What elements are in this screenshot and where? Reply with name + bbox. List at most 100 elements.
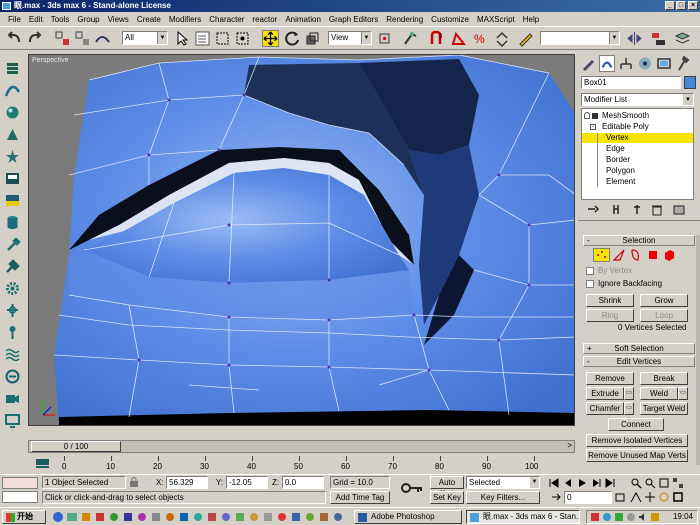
menu-graph-editors[interactable]: Graph Editors (325, 15, 382, 24)
light-icon[interactable] (4, 236, 21, 253)
close-button[interactable]: × (688, 1, 698, 10)
key-mode-dropdown[interactable]: Selected ▼ (466, 476, 540, 489)
previous-frame-icon[interactable] (562, 477, 574, 489)
loop-button[interactable]: Loop (640, 309, 688, 322)
perspective-viewport[interactable]: Perspective (28, 54, 575, 426)
window-crossing-icon[interactable] (234, 30, 251, 47)
vertex-mode-icon[interactable] (593, 248, 610, 262)
chamfer-button[interactable]: Chamfer (586, 402, 624, 415)
quicklaunch-app-icon[interactable] (332, 511, 344, 523)
current-frame-field[interactable]: 0 (564, 491, 612, 504)
expand-icon[interactable] (592, 113, 598, 119)
modify-tab-icon[interactable] (599, 55, 615, 72)
align-icon[interactable] (650, 30, 667, 47)
chamfer-settings-button[interactable]: ▭ (624, 402, 634, 415)
border-mode-icon[interactable] (628, 248, 642, 262)
track-bar[interactable]: 0 10 20 30 40 50 60 70 80 90 100 (0, 454, 575, 474)
configure-modifier-sets-icon[interactable] (672, 203, 686, 216)
taskbar-item-photoshop[interactable]: Adobe Photoshop (354, 510, 462, 524)
hierarchy-tab-icon[interactable] (618, 55, 634, 72)
menu-tools[interactable]: Tools (47, 15, 74, 24)
auto-key-button[interactable]: Auto Key (430, 476, 464, 498)
maximize-viewport-icon[interactable] (672, 491, 684, 503)
quicklaunch-app-icon[interactable] (290, 511, 302, 523)
modifier-list-dropdown[interactable]: Modifier List ▼ (581, 93, 694, 106)
unlink-selection-icon[interactable] (74, 30, 91, 47)
selection-filter-dropdown[interactable]: All ▼ (122, 31, 168, 45)
break-button[interactable]: Break (640, 372, 688, 385)
pin-icon[interactable] (4, 324, 21, 341)
remove-unused-map-verts-button[interactable]: Remove Unused Map Verts (586, 449, 688, 462)
bind-to-space-warp-icon[interactable] (94, 30, 111, 47)
cylinder-icon[interactable] (4, 214, 21, 231)
object-name-field[interactable]: Box01 (581, 76, 681, 89)
stack-item-editable-poly[interactable]: - Editable Poly (582, 122, 693, 132)
connect-button[interactable]: Connect (608, 418, 664, 431)
taskbar-item-3dsmax[interactable]: 眼.max - 3ds max 6 - Stan... (466, 510, 580, 524)
create-tab-icon[interactable] (580, 55, 596, 72)
quicklaunch-app-icon[interactable] (318, 511, 330, 523)
menu-create[interactable]: Create (133, 15, 165, 24)
quicklaunch-app-icon[interactable] (220, 511, 232, 523)
grow-button[interactable]: Grow (640, 294, 688, 307)
x-coordinate-field[interactable]: 56.329 (166, 476, 208, 489)
remove-modifier-icon[interactable] (650, 203, 664, 216)
next-frame-icon[interactable] (590, 477, 602, 489)
go-to-start-icon[interactable] (548, 477, 560, 489)
zoom-icon[interactable] (630, 477, 642, 489)
time-slider[interactable]: 0 / 100 > (28, 440, 575, 453)
minimize-button[interactable]: _ (665, 1, 675, 10)
tray-icon[interactable] (626, 512, 636, 522)
quicklaunch-app-icon[interactable] (94, 511, 106, 523)
maxscript-listener-input[interactable] (2, 491, 38, 503)
select-by-name-icon[interactable] (194, 30, 211, 47)
camera-icon[interactable] (4, 390, 21, 407)
collapse-icon[interactable]: - (590, 124, 596, 130)
extrude-button[interactable]: Extrude (586, 387, 624, 400)
menu-character[interactable]: Character (205, 15, 248, 24)
pivot-center-icon[interactable] (376, 30, 393, 47)
render-type-icon[interactable] (4, 170, 21, 187)
quicklaunch-app-icon[interactable] (150, 511, 162, 523)
maxscript-listener-mini[interactable] (2, 477, 38, 489)
redo-icon[interactable] (26, 30, 43, 47)
stack-item-element[interactable]: Element (582, 177, 693, 187)
volume-icon[interactable] (638, 512, 648, 522)
time-configuration-icon[interactable] (614, 491, 626, 503)
quicklaunch-app-icon[interactable] (234, 511, 246, 523)
go-to-end-icon[interactable] (604, 477, 616, 489)
select-and-move-icon[interactable] (262, 30, 279, 47)
reference-coordinate-dropdown[interactable]: View ▼ (328, 31, 372, 45)
target-weld-button[interactable]: Target Weld (640, 402, 688, 415)
menu-group[interactable]: Group (73, 15, 103, 24)
select-object-icon[interactable] (174, 30, 191, 47)
quicklaunch-app-icon[interactable] (206, 511, 218, 523)
add-time-tag-button[interactable]: Add Time Tag (330, 491, 390, 504)
stack-item-vertex[interactable]: Vertex (582, 133, 693, 143)
chevron-right-icon[interactable]: > (567, 441, 572, 450)
time-slider-thumb[interactable]: 0 / 100 (31, 441, 121, 452)
layer-manager-icon[interactable] (674, 30, 691, 47)
make-unique-icon[interactable] (630, 203, 644, 216)
reactor-icon[interactable] (4, 368, 21, 385)
menu-file[interactable]: File (4, 15, 25, 24)
quicklaunch-ie-icon[interactable] (52, 511, 64, 523)
quicklaunch-app-icon[interactable] (192, 511, 204, 523)
modify-tool-icon[interactable] (4, 258, 21, 275)
polygon-mode-icon[interactable] (646, 248, 660, 262)
tray-icon[interactable] (590, 512, 600, 522)
remove-button[interactable]: Remove (586, 372, 634, 385)
zoom-extents-icon[interactable] (658, 477, 670, 489)
menu-edit[interactable]: Edit (25, 15, 47, 24)
quicklaunch-app-icon[interactable] (108, 511, 120, 523)
start-button[interactable]: 开始 (2, 510, 46, 524)
quicklaunch-app-icon[interactable] (164, 511, 176, 523)
menu-help[interactable]: Help (519, 15, 543, 24)
soft-selection-rollout-header[interactable]: + Soft Selection (583, 343, 695, 354)
material-editor-icon[interactable] (4, 104, 21, 121)
select-and-rotate-icon[interactable] (284, 30, 301, 47)
spinner-snap-icon[interactable] (494, 30, 511, 47)
menu-rendering[interactable]: Rendering (382, 15, 427, 24)
z-coordinate-field[interactable]: 0.0 (282, 476, 324, 489)
pin-stack-icon[interactable] (586, 203, 600, 216)
